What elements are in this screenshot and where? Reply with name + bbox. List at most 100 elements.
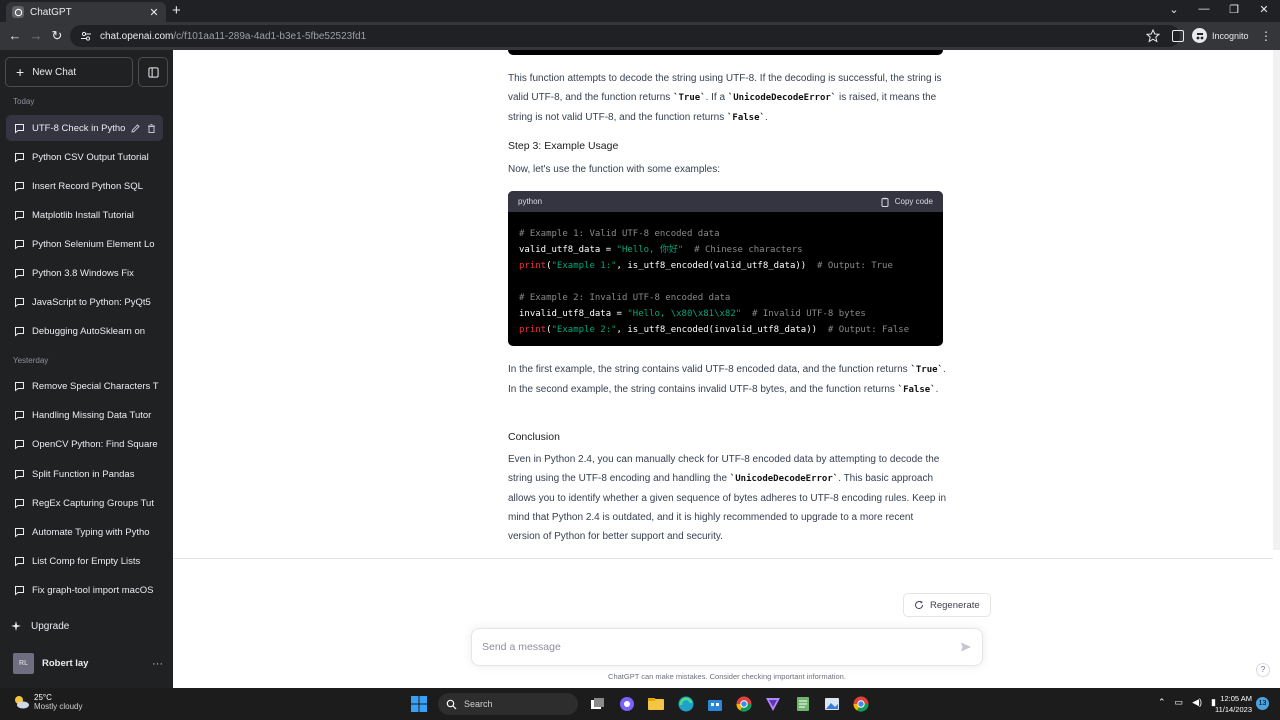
user-menu[interactable]: RL Robert lay ··· xyxy=(13,653,163,674)
chat-item[interactable]: Matplotlib Install Tutorial xyxy=(6,202,163,228)
regenerate-button[interactable]: Regenerate xyxy=(903,593,991,617)
tab-close-icon[interactable]: ✕ xyxy=(148,6,160,19)
bookmark-star-icon[interactable] xyxy=(1146,29,1160,43)
chat-app-icon[interactable] xyxy=(618,695,636,713)
chat-item[interactable]: Remove Special Characters T xyxy=(6,373,163,399)
upgrade-button[interactable]: Upgrade xyxy=(10,620,69,632)
microsoft-store-icon[interactable] xyxy=(706,695,724,713)
scrollbar[interactable] xyxy=(1273,50,1280,550)
toggle-sidebar-button[interactable] xyxy=(138,57,168,87)
clipboard-icon xyxy=(881,197,889,207)
chrome-active-icon[interactable] xyxy=(852,695,870,713)
chat-item[interactable]: List Comp for Empty Lists xyxy=(6,548,163,574)
code-text: invalid_utf8_data = xyxy=(519,309,628,319)
chat-bubble-icon xyxy=(15,527,24,538)
site-info-icon[interactable] xyxy=(80,30,92,42)
chrome-icon[interactable] xyxy=(735,695,753,713)
code-comment: # Example 1: Valid UTF-8 encoded data xyxy=(519,229,720,239)
chat-item[interactable]: Automate Typing with Pytho xyxy=(6,519,163,545)
system-tray[interactable]: ⌃ ▭ ◀) ▮ xyxy=(1158,697,1216,708)
send-icon[interactable] xyxy=(960,641,972,653)
chat-item-label: UTF-8 Check in Pytho xyxy=(32,122,126,134)
upgrade-label: Upgrade xyxy=(31,620,70,632)
chat-item[interactable]: Insert Record Python SQL xyxy=(6,173,163,199)
chat-item-label: OpenCV Python: Find Square xyxy=(32,438,158,450)
code-line: print("Example 2:", is_utf8_encoded(inva… xyxy=(519,322,932,338)
chat-bubble-icon xyxy=(15,410,24,421)
refresh-icon xyxy=(915,600,924,610)
new-tab-icon[interactable]: + xyxy=(172,3,181,19)
file-explorer-icon[interactable] xyxy=(647,695,665,713)
chat-bubble-icon xyxy=(15,181,24,192)
code-string: "Hello, \x80\x81\x82" xyxy=(627,309,742,319)
chat-item[interactable]: Python CSV Output Tutorial xyxy=(6,144,163,170)
edit-pencil-icon[interactable] xyxy=(130,123,141,134)
help-button[interactable]: ? xyxy=(1256,663,1270,677)
chat-item[interactable]: Python 3.8 Windows Fix xyxy=(6,260,163,286)
edge-browser-icon[interactable] xyxy=(677,695,695,713)
address-bar[interactable]: chat.openai.com/c/f101aa11-289a-4ad1-b3e… xyxy=(70,25,1180,47)
chat-bubble-icon xyxy=(15,152,24,163)
browser-tab[interactable]: ChatGPT ✕ xyxy=(6,2,166,22)
task-view-icon[interactable] xyxy=(588,695,606,713)
window-close-icon[interactable]: ✕ xyxy=(1254,3,1274,16)
notification-badge[interactable]: 13 xyxy=(1256,697,1269,710)
image-viewer-icon[interactable] xyxy=(823,695,841,713)
forward-icon[interactable]: → xyxy=(27,27,45,45)
chat-item[interactable]: RegEx Capturing Groups Tut xyxy=(6,490,163,516)
chat-item[interactable]: OpenCV Python: Find Square xyxy=(6,431,163,457)
chat-item[interactable]: Handling Missing Data Tutor xyxy=(6,402,163,428)
browser-menu-icon[interactable]: ⋮ xyxy=(1260,28,1272,44)
message-input[interactable] xyxy=(482,641,960,653)
code-line: print("Example 1:", is_utf8_encoded(vali… xyxy=(519,258,932,274)
weather-widget[interactable]: 25°C Mostly cloudy xyxy=(12,693,82,711)
volume-icon[interactable]: ◀) xyxy=(1192,697,1202,708)
notepad-app-icon[interactable] xyxy=(794,695,812,713)
incognito-indicator[interactable]: Incognito xyxy=(1192,28,1249,43)
network-icon[interactable]: ▭ xyxy=(1175,697,1184,708)
tab-search-icon[interactable]: ⌄ xyxy=(1164,3,1184,16)
taskbar-clock[interactable]: 12:05 AM 11/14/2023 xyxy=(1212,693,1252,715)
divider xyxy=(173,558,1273,559)
incognito-label: Incognito xyxy=(1212,30,1249,41)
chat-item-label: JavaScript to Python: PyQt5 xyxy=(32,296,151,308)
taskbar-search[interactable]: Search xyxy=(438,693,578,715)
message-composer xyxy=(471,628,983,666)
new-chat-button[interactable]: + New Chat xyxy=(5,57,133,87)
chat-bubble-icon xyxy=(15,469,24,480)
chat-bubble-icon xyxy=(15,381,24,392)
weather-desc: Mostly cloudy xyxy=(34,702,83,711)
inline-code: `False` xyxy=(897,385,936,395)
minimize-icon[interactable]: — xyxy=(1194,3,1214,15)
chat-bubble-icon xyxy=(15,326,24,337)
chevron-up-icon[interactable]: ⌃ xyxy=(1158,697,1166,708)
chat-item[interactable]: Debugging AutoSklearn on xyxy=(6,318,163,344)
trash-icon[interactable] xyxy=(146,123,157,134)
chat-item[interactable]: UTF-8 Check in Pytho xyxy=(6,115,163,141)
code-string: "Example 1:" xyxy=(551,261,617,271)
chat-item-label: Handling Missing Data Tutor xyxy=(32,409,152,421)
chat-item[interactable]: Split Function in Pandas xyxy=(6,461,163,487)
chat-item[interactable]: JavaScript to Python: PyQt5 xyxy=(6,289,163,315)
reload-icon[interactable]: ↻ xyxy=(48,27,66,45)
back-icon[interactable]: ← xyxy=(6,27,24,45)
chat-item-label: Automate Typing with Pytho xyxy=(32,526,150,538)
code-text: valid_utf8_data = xyxy=(519,245,617,255)
code-comment: # Output: False xyxy=(817,325,910,335)
more-options-icon[interactable]: ··· xyxy=(152,658,163,670)
side-panel-icon[interactable] xyxy=(1172,30,1184,42)
chat-item-label: List Comp for Empty Lists xyxy=(32,555,141,567)
chat-item-label: Debugging AutoSklearn on xyxy=(32,325,146,337)
vpn-app-icon[interactable] xyxy=(764,695,782,713)
avatar: RL xyxy=(13,653,34,674)
clock-date: 11/14/2023 xyxy=(1215,705,1252,714)
windows-start-icon[interactable] xyxy=(410,695,428,713)
chat-item[interactable]: Python Selenium Element Lo xyxy=(6,231,163,257)
chat-item[interactable]: Fix graph-tool import macOS xyxy=(6,577,163,603)
restore-icon[interactable]: ❐ xyxy=(1224,3,1244,16)
chat-bubble-icon xyxy=(15,585,24,596)
copy-code-button[interactable]: Copy code xyxy=(880,197,933,207)
inline-code: `UnicodeDecodeError` xyxy=(729,474,839,484)
response-paragraph: Even in Python 2.4, you can manually che… xyxy=(508,450,948,546)
